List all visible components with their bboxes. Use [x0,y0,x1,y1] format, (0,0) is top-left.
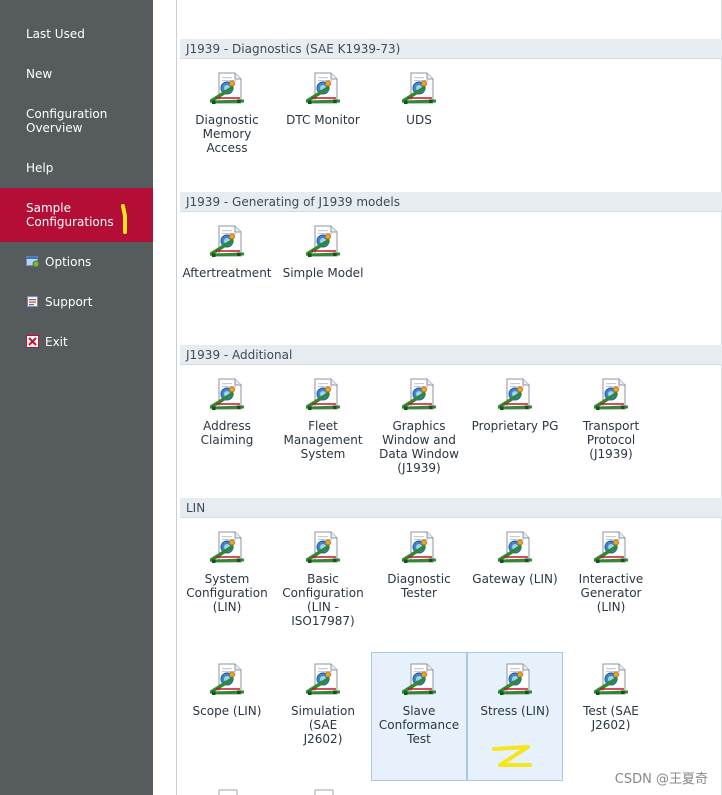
sidebar-item-label: Support [45,295,93,309]
config-tile-transport-protocol[interactable]: Transport Protocol (J1939) [563,363,659,483]
tile-label: Fleet Management System [283,419,363,461]
config-tile-dtc-monitor[interactable]: DTC Monitor [275,57,371,157]
document-with-network-car-icon [306,378,340,410]
sidebar-item-label: Sample Configurations [26,201,114,229]
sidebar-item-support[interactable]: Support [0,295,153,311]
config-tile-gateway-lin[interactable]: Gateway (LIN) [467,516,563,636]
document-with-network-car-icon [594,663,628,695]
annotation-mark-2 [492,745,532,767]
tile-label: Proprietary PG [471,419,559,433]
config-tile-fleet-management-system[interactable]: Fleet Management System [275,363,371,483]
config-tile-test-sae-j2602[interactable]: Test (SAE J2602) [563,648,659,778]
tile-label: Graphics Window and Data Window (J1939) [379,419,459,475]
support-icon [27,296,38,307]
config-tile-interactive-generator-lin[interactable]: Interactive Generator (LIN) [563,516,659,636]
document-with-network-car-icon [210,378,244,410]
document-with-network-car-icon [210,663,244,695]
document-with-network-car-icon [210,72,244,104]
tile-label: Slave Conformance Test [378,704,460,746]
tile-label: DTC Monitor [286,113,360,127]
tile-label: Simple Model [282,266,364,280]
tile-label: Diagnostic Tester [387,572,451,600]
sidebar-item-label: Last Used [26,27,85,41]
tile-label: Simulation (SAE J2602) [291,704,355,746]
document-with-network-car-icon [498,531,532,563]
partial-tile-icon [314,789,334,795]
options-icon [26,256,40,268]
document-with-network-car-icon [594,378,628,410]
document-with-network-car-icon [306,225,340,257]
config-tile-aftertreatment[interactable]: Aftertreatment [179,210,275,310]
config-tile-simulation-sae-j2602[interactable]: Simulation (SAE J2602) [275,648,371,778]
config-tile-system-configuration-lin[interactable]: System Configuration (LIN) [179,516,275,636]
tile-label: System Configuration (LIN) [186,572,268,614]
document-with-network-car-icon [402,531,436,563]
tile-label: Interactive Generator (LIN) [578,572,644,614]
config-tile-uds[interactable]: UDS [371,57,467,157]
group-header-j1939-additional: J1939 - Additional [180,345,722,365]
config-tile-scope-lin[interactable]: Scope (LIN) [179,648,275,778]
tile-label: Scope (LIN) [192,704,262,718]
exit-icon [26,335,39,348]
splitter[interactable] [153,0,177,795]
tile-label: Stress (LIN) [480,704,550,718]
group-header-j1939-generating: J1939 - Generating of J1939 models [180,192,722,212]
sidebar-item-label: Options [45,255,92,269]
document-with-network-car-icon [594,531,628,563]
config-tile-simple-model[interactable]: Simple Model [275,210,371,310]
document-with-network-car-icon [498,663,532,695]
partial-tile-icon [218,789,238,795]
document-with-network-car-icon [402,663,436,695]
tile-label: Address Claiming [200,419,254,447]
sidebar-item-configuration-overview[interactable]: Configuration Overview [0,107,153,137]
config-tile-proprietary-pg[interactable]: Proprietary PG [467,363,563,483]
sidebar-item-label: New [26,67,53,81]
sidebar-item-sample-configurations[interactable]: Sample Configurations [0,188,153,242]
sidebar-item-label: Exit [45,335,68,349]
sidebar: Last Used New Configuration Overview Hel… [0,0,153,795]
config-tile-basic-configuration-lin[interactable]: Basic Configuration (LIN - ISO17987) [275,516,371,636]
config-tile-graphics-window-data-window[interactable]: Graphics Window and Data Window (J1939) [371,363,467,483]
watermark: CSDN @王夏奇 [614,772,708,787]
tile-label: Test (SAE J2602) [583,704,639,732]
document-with-network-car-icon [210,531,244,563]
config-tile-stress-lin[interactable]: Stress (LIN) [467,652,563,781]
document-with-network-car-icon [402,378,436,410]
config-tile-diagnostic-memory-access[interactable]: Diagnostic Memory Access [179,57,275,157]
tile-label: Diagnostic Memory Access [195,113,259,155]
sidebar-item-new[interactable]: New [0,67,153,83]
sidebar-item-help[interactable]: Help [0,161,153,177]
sidebar-item-label: Configuration Overview [26,107,108,135]
sidebar-item-last-used[interactable]: Last Used [0,27,153,43]
sidebar-item-exit[interactable]: Exit [0,335,153,351]
tile-label: Gateway (LIN) [472,572,558,586]
document-with-network-car-icon [402,72,436,104]
sidebar-item-top-partial[interactable] [0,0,153,4]
tile-label: UDS [406,113,432,127]
tile-label: Transport Protocol (J1939) [582,419,640,461]
document-with-network-car-icon [210,225,244,257]
group-header-j1939-diagnostics: J1939 - Diagnostics (SAE K1939-73) [180,39,722,59]
group-header-lin: LIN [180,498,722,518]
document-with-network-car-icon [306,663,340,695]
config-tile-diagnostic-tester[interactable]: Diagnostic Tester [371,516,467,636]
tile-label: Basic Configuration (LIN - ISO17987) [282,572,364,628]
document-with-network-car-icon [306,531,340,563]
document-with-network-car-icon [498,378,532,410]
document-with-network-car-icon [306,72,340,104]
config-tile-slave-conformance-test[interactable]: Slave Conformance Test [371,652,467,781]
config-tile-address-claiming[interactable]: Address Claiming [179,363,275,483]
tile-label: Aftertreatment [182,266,272,280]
sidebar-item-options[interactable]: Options [0,255,153,271]
annotation-mark-1 [121,204,127,234]
sidebar-item-label: Help [26,161,54,175]
